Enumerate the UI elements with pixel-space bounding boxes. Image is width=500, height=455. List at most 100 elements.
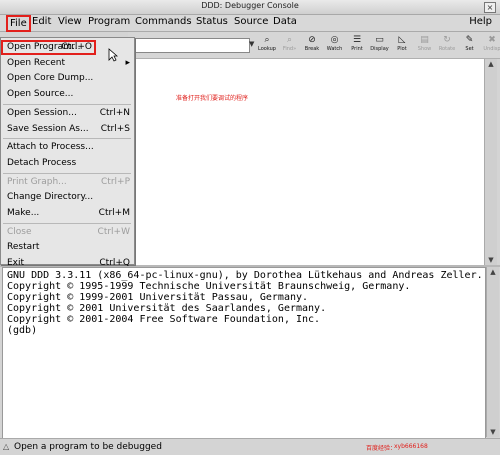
toolbar-button-label: Set: [465, 46, 474, 52]
menu-commands[interactable]: Commands: [135, 16, 192, 27]
menu-separator: [3, 172, 131, 174]
menu-separator: [3, 103, 131, 105]
watermark-brand: 百度经验：: [366, 445, 397, 452]
status-bar: △ Open a program to be debugged 百度经验： xy…: [0, 438, 500, 455]
status-icon: △: [3, 442, 10, 451]
scroll-down-icon[interactable]: ▼: [487, 427, 499, 437]
plot-button[interactable]: ◺ Plot: [391, 35, 413, 52]
rotate-button[interactable]: ↻ Rotate: [436, 35, 458, 52]
watch-button[interactable]: ◎ Watch: [324, 35, 346, 52]
menu-item-exit[interactable]: Exit Ctrl+Q: [1, 256, 134, 271]
menu-item-accelerator: Ctrl+W: [97, 226, 130, 237]
display-icon: ▭: [375, 35, 384, 45]
breakpoint-icon: ⊘: [308, 35, 316, 45]
menu-item-restart[interactable]: Restart: [1, 240, 134, 255]
menu-item-make[interactable]: Make... Ctrl+M: [1, 206, 134, 221]
menu-item-label: Open Core Dump...: [7, 73, 94, 84]
menu-item-label: Open Recent: [7, 57, 66, 68]
scroll-down-icon[interactable]: ▼: [485, 255, 497, 265]
argument-field[interactable]: [132, 38, 250, 53]
menu-item-open-session[interactable]: Open Session... Ctrl+N: [1, 106, 134, 121]
status-text: Open a program to be debugged: [14, 442, 162, 452]
menu-item-label: Open Session...: [7, 107, 77, 118]
source-scrollbar[interactable]: ▲ ▼: [484, 59, 497, 265]
menu-item-accelerator: ▸: [125, 57, 130, 68]
menu-item-open-source[interactable]: Open Source...: [1, 87, 134, 102]
toolbar-button-label: Display: [370, 46, 389, 52]
argument-dropdown-icon[interactable]: ▼: [249, 40, 254, 48]
rotate-icon: ↻: [443, 35, 451, 45]
menu-separator: [3, 138, 131, 140]
toolbar-button-label: Undisp: [483, 46, 500, 52]
console-line: Copyright © 1999-2001 Universität Passau…: [7, 292, 309, 303]
toolbar-button-label: Show: [417, 46, 432, 52]
menu-source[interactable]: Source: [234, 16, 268, 27]
menu-item-accelerator: Ctrl+M: [98, 208, 130, 218]
menu-item-accelerator: Ctrl+N: [99, 107, 130, 118]
menu-data[interactable]: Data: [273, 16, 297, 27]
print-button[interactable]: ☰ Print: [346, 35, 368, 52]
plot-icon: ◺: [398, 35, 406, 45]
debugger-console[interactable]: GNU DDD 3.3.11 (x86_64-pc-linux-gnu), by…: [2, 267, 486, 439]
toolbar-button-label: Print: [351, 46, 363, 52]
menu-item-accelerator: Ctrl+P: [101, 176, 130, 187]
find-button[interactable]: ⌕ Find»: [279, 35, 301, 52]
console-line: Copyright © 2001-2004 Free Software Foun…: [7, 314, 321, 325]
menu-edit[interactable]: Edit: [32, 16, 51, 27]
menu-item-label: Exit: [7, 258, 25, 269]
menu-item-attach-to-process[interactable]: Attach to Process...: [1, 140, 134, 155]
scroll-up-icon[interactable]: ▲: [487, 267, 499, 277]
mouse-cursor-icon: [108, 48, 118, 62]
menu-item-detach-process[interactable]: Detach Process: [1, 156, 134, 171]
toolbar-button-label: Watch: [326, 46, 343, 52]
menu-bar: Help File Edit View Program Commands Status So…: [0, 15, 500, 32]
lookup-icon: ⌕: [264, 35, 270, 45]
menu-item-change-directory[interactable]: Change Directory...: [1, 190, 134, 205]
menu-item-accelerator: Ctrl+O: [61, 42, 92, 52]
menu-item-accelerator: Ctrl+Q: [99, 258, 130, 269]
undisplay-icon: ✖: [488, 35, 496, 45]
set-button[interactable]: ✎ Set: [459, 35, 481, 52]
display-button[interactable]: ▭ Display: [369, 35, 391, 52]
close-window-button[interactable]: ×: [484, 2, 496, 13]
file-menu: Open Program... Ctrl+O Open Recent ▸ Open Co…: [0, 37, 135, 268]
menu-separator: [3, 222, 131, 224]
undisp-button[interactable]: ✖ Undisp: [481, 35, 500, 52]
menu-item-label: Change Directory...: [7, 192, 94, 203]
break-button[interactable]: ⊘ Break: [301, 35, 323, 52]
menu-status[interactable]: Status: [196, 16, 228, 27]
menu-view[interactable]: View: [58, 16, 82, 27]
scroll-up-icon[interactable]: ▲: [485, 59, 497, 69]
show-button[interactable]: ▤ Show: [414, 35, 436, 52]
menu-item-label: Detach Process: [7, 157, 77, 168]
menu-item-label: Attach to Process...: [7, 142, 94, 153]
menu-item-label: Restart: [7, 242, 40, 253]
toolbar-button-label: Rotate: [438, 46, 456, 52]
annotation-text: 准备打开我们要调试的程序: [176, 95, 249, 102]
console-line: Copyright © 2001 Universität des Saarlan…: [7, 303, 327, 314]
console-line: (gdb): [7, 325, 38, 336]
print-icon: ☰: [352, 35, 362, 45]
menu-item-label: Close: [7, 226, 32, 237]
toolbar-button-label: Find»: [282, 46, 297, 52]
menu-item-print-graph: Print Graph... Ctrl+P: [1, 175, 134, 190]
menu-item-open-program[interactable]: Open Program... Ctrl+O: [1, 40, 96, 55]
set-icon: ✎: [465, 35, 474, 45]
lookup-button[interactable]: ⌕ Lookup: [256, 35, 278, 52]
menu-file[interactable]: File: [6, 15, 31, 32]
watch-icon: ◎: [330, 35, 339, 45]
toolbar: ▼ ⌕ Lookup ⌕ Find» ⊘ Break ◎ Watch ☰ Print ▭ Displa…: [128, 32, 500, 59]
title-bar: DDD: Debugger Console ×: [0, 0, 500, 15]
console-line: GNU DDD 3.3.11 (x86_64-pc-linux-gnu), by…: [7, 270, 483, 281]
toolbar-button-label: Break: [304, 46, 320, 52]
console-line: Copyright © 1995-1999 Technische Univers…: [7, 281, 411, 292]
console-scrollbar[interactable]: ▲ ▼: [486, 267, 499, 437]
menu-help[interactable]: Help: [469, 16, 492, 27]
menu-item-close: Close Ctrl+W: [1, 225, 134, 240]
menu-item-label: Make...: [7, 208, 40, 218]
menu-item-open-core-dump[interactable]: Open Core Dump...: [1, 71, 134, 86]
source-window[interactable]: 准备打开我们要调试的程序: [128, 59, 484, 265]
menu-program[interactable]: Program: [88, 16, 130, 27]
watermark-user: xyb666168: [394, 443, 428, 450]
menu-item-save-session-as[interactable]: Save Session As... Ctrl+S: [1, 122, 134, 137]
